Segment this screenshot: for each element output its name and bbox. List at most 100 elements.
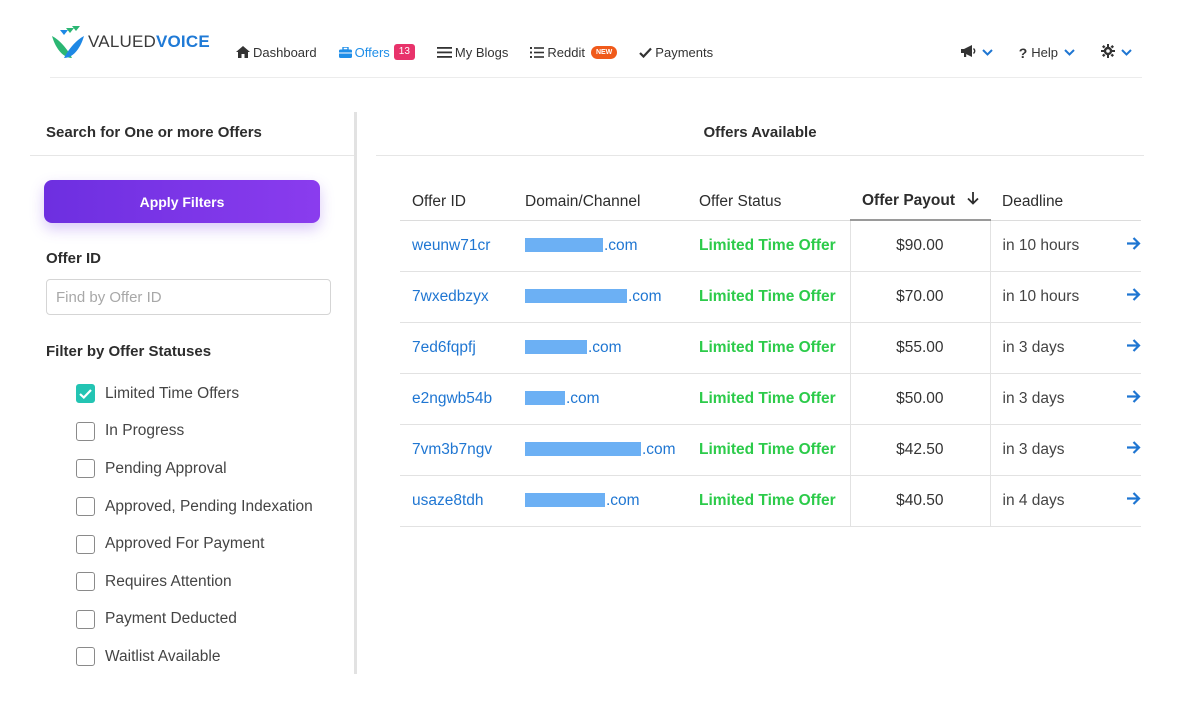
domain-cell: .com xyxy=(513,220,687,272)
checkbox[interactable] xyxy=(76,459,95,479)
brand-name-part1: VALUED xyxy=(88,32,156,51)
offer-id-search-input[interactable] xyxy=(46,279,331,315)
help-menu[interactable]: ? Help xyxy=(1019,45,1075,61)
offer-id-link[interactable]: 7wxedbzyx xyxy=(400,271,513,323)
table-row[interactable]: 7wxedbzyx .com Limited Time Offer $70.00 in … xyxy=(400,271,1141,323)
domain-cell: .com xyxy=(513,475,687,527)
offer-deadline: in 10 hours xyxy=(990,220,1095,272)
column-header-status[interactable]: Offer Status xyxy=(687,184,850,221)
checkbox[interactable] xyxy=(76,647,95,667)
column-header-deadline[interactable]: Deadline xyxy=(990,184,1095,221)
redacted-domain xyxy=(525,289,627,304)
chevron-down-icon xyxy=(1064,49,1075,56)
status-filter-label: Approved, Pending Indexation xyxy=(105,497,313,515)
brand-logo[interactable]: VALUEDVOICE xyxy=(50,22,210,62)
offer-status: Limited Time Offer xyxy=(687,373,850,425)
domain-suffix: .com xyxy=(606,491,640,509)
table-row[interactable]: 7vm3b7ngv .com Limited Time Offer $42.50 in … xyxy=(400,424,1141,476)
table-row[interactable]: usaze8tdh .com Limited Time Offer $40.50 in … xyxy=(400,475,1141,527)
nav-my-blogs[interactable]: My Blogs xyxy=(436,44,509,60)
status-filter-label: Pending Approval xyxy=(105,459,227,477)
domain-suffix: .com xyxy=(642,440,676,458)
status-filter-option[interactable]: In Progress xyxy=(76,413,313,451)
checkbox[interactable] xyxy=(76,572,95,592)
offer-deadline: in 4 days xyxy=(990,475,1095,527)
nav-dashboard[interactable]: Dashboard xyxy=(236,45,317,60)
chevron-down-icon xyxy=(1121,49,1132,56)
nav-offers[interactable]: Offers 13 xyxy=(338,44,415,60)
offers-panel-title: Offers Available xyxy=(703,124,817,141)
arrow-right-icon xyxy=(1127,440,1141,454)
brand-name: VALUEDVOICE xyxy=(88,32,210,52)
status-filter-option[interactable]: Payment Deducted xyxy=(76,601,313,639)
offer-id-link[interactable]: weunw71cr xyxy=(400,220,513,272)
offer-payout: $42.50 xyxy=(849,424,991,476)
arrow-right-icon xyxy=(1127,338,1141,352)
domain-cell: .com xyxy=(513,271,687,323)
table-row[interactable]: e2ngwb54b .com Limited Time Offer $50.00 in … xyxy=(400,373,1141,425)
nav-reddit[interactable]: Reddit NEW xyxy=(530,45,618,60)
redacted-domain xyxy=(525,340,587,355)
offers-table-body: weunw71cr .com Limited Time Offer $90.00 in … xyxy=(400,220,1141,527)
column-header-payout[interactable]: Offer Payout xyxy=(850,184,990,221)
apply-filters-button[interactable]: Apply Filters xyxy=(44,180,320,223)
open-offer-button[interactable] xyxy=(1095,373,1141,425)
status-checkbox-list: Limited Time Offers In Progress Pending Ap… xyxy=(76,375,313,676)
domain-cell: .com xyxy=(513,424,687,476)
question-icon: ? xyxy=(1018,44,1028,61)
home-icon xyxy=(236,46,250,58)
nav-dashboard-label: Dashboard xyxy=(253,44,317,60)
offer-payout: $50.00 xyxy=(849,373,991,425)
settings-menu[interactable] xyxy=(1101,44,1132,61)
offer-id-link[interactable]: 7vm3b7ngv xyxy=(400,424,513,476)
status-filter-option[interactable]: Pending Approval xyxy=(76,450,313,488)
offer-status: Limited Time Offer xyxy=(687,220,850,272)
nav-right-group: ? Help xyxy=(935,44,1132,61)
main-nav: Dashboard Offers 13 My Blogs Reddit NEW xyxy=(236,44,735,60)
offer-payout: $70.00 xyxy=(849,271,991,323)
status-filter-option[interactable]: Approved For Payment xyxy=(76,525,313,563)
checkbox[interactable] xyxy=(76,534,95,554)
offer-id-link[interactable]: usaze8tdh xyxy=(400,475,513,527)
column-header-domain[interactable]: Domain/Channel xyxy=(513,184,687,221)
offer-payout: $40.50 xyxy=(849,475,991,527)
open-offer-button[interactable] xyxy=(1095,475,1141,527)
offer-status: Limited Time Offer xyxy=(687,424,850,476)
table-row[interactable]: weunw71cr .com Limited Time Offer $90.00 in … xyxy=(400,220,1141,272)
status-filter-option[interactable]: Requires Attention xyxy=(76,563,313,601)
status-filter-label: Approved For Payment xyxy=(105,535,265,553)
table-row[interactable]: 7ed6fqpfj .com Limited Time Offer $55.00 in … xyxy=(400,322,1141,374)
checkbox[interactable] xyxy=(76,497,95,517)
offer-id-link[interactable]: 7ed6fqpfj xyxy=(400,322,513,374)
checkbox[interactable] xyxy=(76,421,95,441)
announcements-menu[interactable] xyxy=(960,44,993,61)
offer-deadline: in 3 days xyxy=(990,424,1095,476)
domain-suffix: .com xyxy=(604,236,638,254)
offer-id-link[interactable]: e2ngwb54b xyxy=(400,373,513,425)
open-offer-button[interactable] xyxy=(1095,271,1141,323)
arrow-right-icon xyxy=(1127,389,1141,403)
arrow-right-icon xyxy=(1127,491,1141,505)
offers-table: Offer ID Domain/Channel Offer Status Off… xyxy=(400,184,1141,527)
open-offer-button[interactable] xyxy=(1095,220,1141,272)
status-filter-option[interactable]: Waitlist Available xyxy=(76,638,313,676)
gear-icon xyxy=(1101,44,1115,61)
table-header-row: Offer ID Domain/Channel Offer Status Off… xyxy=(400,184,1141,221)
open-offer-button[interactable] xyxy=(1095,322,1141,374)
offer-id-label: Offer ID xyxy=(46,250,102,267)
nav-payments[interactable]: Payments xyxy=(639,45,713,60)
column-header-offer-id[interactable]: Offer ID xyxy=(400,184,513,221)
status-filter-option[interactable]: Limited Time Offers xyxy=(76,375,313,413)
column-header-payout-label: Offer Payout xyxy=(862,192,956,210)
arrow-right-icon xyxy=(1127,287,1141,301)
checkbox-checked[interactable] xyxy=(76,384,95,404)
divider xyxy=(376,155,1144,156)
offer-status: Limited Time Offer xyxy=(687,322,850,374)
checkbox[interactable] xyxy=(76,609,95,629)
status-filter-option[interactable]: Approved, Pending Indexation xyxy=(76,488,313,526)
brand-name-part2: VOICE xyxy=(155,32,210,51)
open-offer-button[interactable] xyxy=(1095,424,1141,476)
nav-my-blogs-label: My Blogs xyxy=(454,44,509,60)
arrow-right-icon xyxy=(1127,236,1141,250)
status-filter-label: Payment Deducted xyxy=(105,610,237,628)
